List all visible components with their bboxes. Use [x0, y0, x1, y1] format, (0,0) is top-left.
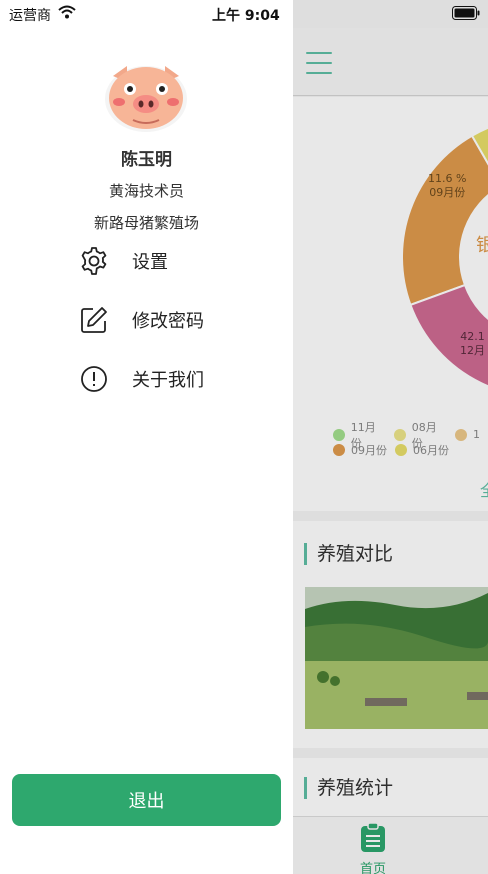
wifi-icon [58, 5, 76, 19]
side-drawer: 陈玉明 黄海技术员 新路母猪繁殖场 设置 修改密码 关于我们 退出 [0, 0, 293, 874]
info-icon [78, 363, 110, 395]
menu-item-label: 关于我们 [132, 370, 204, 391]
menu-item-label: 修改密码 [132, 311, 204, 332]
avatar[interactable] [103, 58, 189, 134]
menu-item-label: 设置 [132, 252, 168, 273]
menu-item-change-password[interactable]: 修改密码 [78, 300, 278, 340]
battery-icon [452, 6, 480, 20]
status-bar: 运营商 上午 9:04 [0, 0, 488, 28]
user-name: 陈玉明 [121, 150, 172, 170]
logout-button[interactable]: 退出 [12, 774, 281, 826]
menu-item-settings[interactable]: 设置 [78, 241, 278, 281]
carrier-label: 运营商 [9, 8, 51, 24]
user-farm: 新路母猪繁殖场 [93, 214, 199, 232]
user-role: 黄海技术员 [108, 182, 184, 200]
menu-item-about-us[interactable]: 关于我们 [78, 359, 278, 399]
edit-icon [78, 304, 110, 336]
clock: 上午 9:04 [212, 8, 280, 24]
gear-icon [78, 245, 110, 277]
